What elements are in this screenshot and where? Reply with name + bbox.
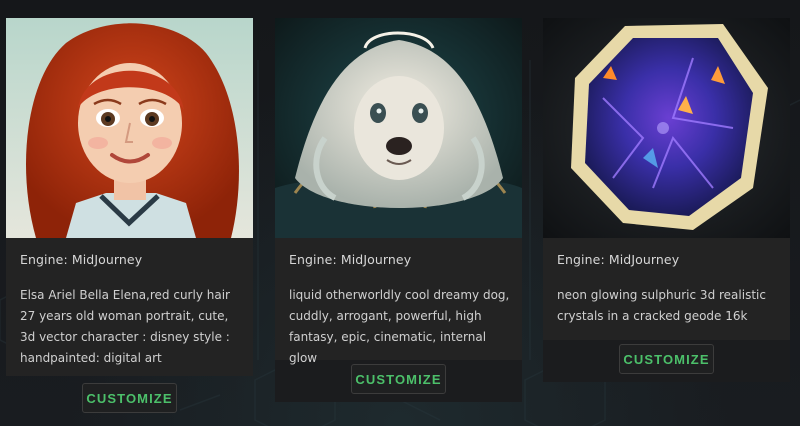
engine-label: Engine: MidJourney [557,252,680,267]
card-body: Engine: MidJourney liquid otherworldly c… [275,238,522,365]
customize-button[interactable]: CUSTOMIZE [82,383,177,413]
card-body: Engine: MidJourney neon glowing sulphuri… [543,238,790,340]
card-body: Engine: MidJourney Elsa Ariel Bella Elen… [6,238,253,376]
customize-button[interactable]: CUSTOMIZE [619,344,714,374]
card-3: Engine: MidJourney neon glowing sulphuri… [543,18,790,382]
card-1: Engine: MidJourney Elsa Ariel Bella Elen… [6,18,253,413]
prompt-text: liquid otherworldly cool dreamy dog, cud… [289,288,510,365]
card-2: Engine: MidJourney liquid otherworldly c… [275,18,522,402]
dog-image[interactable] [275,18,522,238]
engine-label: Engine: MidJourney [289,252,412,267]
prompt-text: neon glowing sulphuric 3d realistic crys… [557,288,766,323]
prompt-text: Elsa Ariel Bella Elena,red curly hair 27… [20,288,230,365]
engine-label: Engine: MidJourney [20,252,143,267]
customize-button[interactable]: CUSTOMIZE [351,364,446,394]
portrait-image[interactable] [6,18,253,238]
geode-image[interactable] [543,18,790,238]
